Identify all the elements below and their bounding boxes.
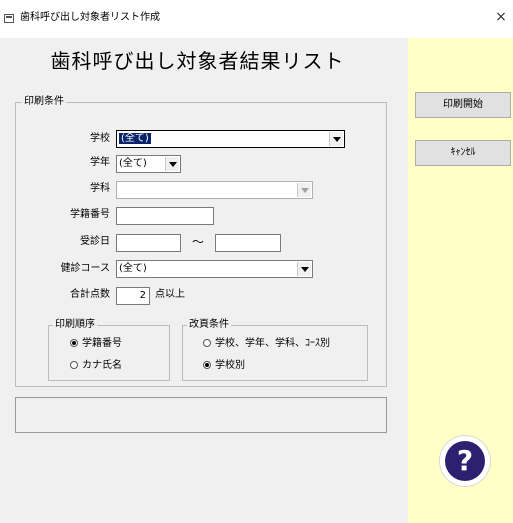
title-bar: 歯科呼び出し対象者リスト作成 × — [0, 0, 513, 38]
score-input[interactable]: 2 — [116, 287, 150, 305]
student-no-label: 学籍番号 — [70, 209, 110, 220]
department-label: 学科 — [90, 183, 110, 194]
print-start-button[interactable]: 印刷開始 — [415, 92, 511, 118]
school-value: (全て) — [119, 133, 151, 144]
exam-date-separator: ～ — [191, 235, 204, 249]
close-icon[interactable]: × — [493, 9, 509, 25]
help-button[interactable]: ? — [440, 436, 490, 486]
help-icon[interactable]: ? — [445, 441, 485, 481]
radio-unchecked-icon — [203, 339, 211, 347]
grade-label: 学年 — [90, 157, 110, 168]
dropdown-arrow-icon[interactable] — [165, 157, 179, 171]
exam-date-from-input[interactable] — [116, 234, 181, 252]
break-all-label: 学校、学年、学科、ｺｰｽ別 — [215, 338, 330, 349]
cancel-button[interactable]: ｷｬﾝｾﾙ — [415, 140, 511, 166]
course-value: (全て) — [119, 263, 147, 274]
radio-checked-icon — [203, 361, 211, 369]
break-all-radio[interactable]: 学校、学年、学科、ｺｰｽ別 — [203, 338, 330, 350]
dropdown-arrow-icon[interactable] — [297, 262, 311, 276]
dropdown-arrow-icon[interactable] — [329, 132, 343, 146]
print-order-legend: 印刷順序 — [53, 319, 97, 331]
app-window-icon — [4, 14, 14, 23]
dropdown-arrow-icon[interactable] — [297, 183, 311, 197]
print-conditions-legend: 印刷条件 — [22, 96, 66, 108]
break-school-label: 学校別 — [215, 360, 245, 371]
grade-value: (全て) — [119, 158, 147, 169]
break-school-radio[interactable]: 学校別 — [203, 360, 245, 372]
radio-unchecked-icon — [70, 361, 78, 369]
order-student-no-label: 学籍番号 — [82, 338, 122, 349]
score-label: 合計点数 — [70, 289, 110, 300]
school-label: 学校 — [90, 133, 110, 144]
page-break-group: 改頁条件 — [182, 319, 368, 381]
score-suffix: 点以上 — [155, 289, 185, 300]
course-select[interactable]: (全て) — [116, 260, 313, 278]
order-kana-radio[interactable]: カナ氏名 — [70, 360, 122, 372]
order-kana-label: カナ氏名 — [82, 360, 122, 371]
grade-select[interactable]: (全て) — [116, 155, 181, 173]
print-order-group: 印刷順序 — [48, 319, 170, 381]
status-box — [15, 397, 387, 433]
page-title: 歯科呼び出し対象者結果リスト — [50, 49, 345, 73]
exam-date-label: 受診日 — [80, 236, 110, 247]
window-title: 歯科呼び出し対象者リスト作成 — [20, 12, 160, 23]
exam-date-to-input[interactable] — [215, 234, 281, 252]
page-break-legend: 改頁条件 — [187, 319, 231, 331]
department-select[interactable] — [116, 181, 313, 199]
student-no-input[interactable] — [116, 207, 214, 225]
order-student-no-radio[interactable]: 学籍番号 — [70, 338, 122, 350]
radio-checked-icon — [70, 339, 78, 347]
course-label: 健診コース — [60, 263, 111, 274]
school-select[interactable]: (全て) — [116, 130, 345, 148]
